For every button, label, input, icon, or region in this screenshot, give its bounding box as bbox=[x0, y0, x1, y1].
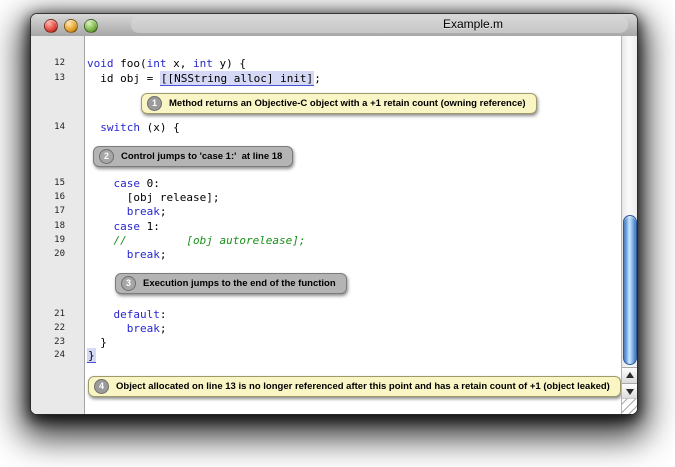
close-button[interactable] bbox=[44, 19, 58, 33]
code-line: switch (x) { bbox=[87, 120, 180, 135]
scroll-down-button[interactable] bbox=[622, 383, 637, 399]
annotation-text: Execution jumps to the end of the functi… bbox=[143, 278, 336, 289]
resize-grip[interactable] bbox=[622, 398, 637, 414]
code-line: case 0: bbox=[87, 176, 160, 191]
analyzer-annotation-2: 2 Control jumps to 'case 1:' at line 18 bbox=[93, 146, 293, 167]
analyzer-annotation-1: 1 Method returns an Objective-C object wi… bbox=[141, 93, 537, 114]
code-line: default: bbox=[87, 307, 166, 322]
annotation-text: Object allocated on line 13 is no longer… bbox=[116, 381, 610, 392]
down-arrow-icon bbox=[626, 389, 634, 395]
line-number: 24 bbox=[31, 349, 65, 362]
analyzer-highlight: } bbox=[87, 348, 96, 363]
annotation-text: Control jumps to 'case 1:' at line 18 bbox=[121, 151, 282, 162]
scrollbar-thumb[interactable] bbox=[623, 215, 637, 365]
line-number: 13 bbox=[31, 72, 65, 85]
line-number: 11 bbox=[31, 36, 65, 37]
step-badge: 1 bbox=[147, 96, 162, 111]
code-view: 1112131415161718192021222324 void foo(in… bbox=[31, 36, 637, 414]
line-number: 15 bbox=[31, 177, 65, 190]
line-number: 17 bbox=[31, 205, 65, 218]
title-bar: Example.m bbox=[31, 14, 637, 37]
code-line: id obj = [[NSString alloc] init]; bbox=[87, 71, 321, 86]
code-line: } bbox=[87, 348, 96, 363]
line-number: 21 bbox=[31, 308, 65, 321]
up-arrow-icon bbox=[626, 372, 634, 378]
analyzer-annotation-4: 4 Object allocated on line 13 is no longe… bbox=[88, 376, 621, 397]
line-number: 20 bbox=[31, 248, 65, 261]
code-line: void foo(int x, int y) { bbox=[87, 56, 246, 71]
document-window: Example.m 1112131415161718192021222324 v… bbox=[31, 14, 637, 414]
code-line: [obj release]; bbox=[87, 190, 219, 205]
line-number: 22 bbox=[31, 322, 65, 335]
line-number: 12 bbox=[31, 57, 65, 70]
code-line: break; bbox=[87, 247, 167, 262]
step-badge: 2 bbox=[99, 149, 114, 164]
window-title: Example.m bbox=[443, 17, 503, 31]
line-number: 18 bbox=[31, 220, 65, 233]
step-badge: 4 bbox=[94, 379, 109, 394]
line-number-gutter: 11 12 13 14 151617 181920 21222324 bbox=[31, 36, 85, 414]
line-number: 23 bbox=[31, 336, 65, 349]
line-number: 19 bbox=[31, 234, 65, 247]
vertical-scrollbar[interactable] bbox=[621, 36, 637, 414]
code-line: break; bbox=[87, 321, 167, 336]
minimize-button[interactable] bbox=[64, 19, 78, 33]
zoom-button[interactable] bbox=[84, 19, 98, 33]
line-number: 14 bbox=[31, 121, 65, 134]
code-line: // [obj autorelease]; bbox=[87, 233, 306, 248]
code-line: break; bbox=[87, 204, 167, 219]
analyzer-annotation-3: 3 Execution jumps to the end of the funct… bbox=[115, 273, 347, 294]
code-line: case 1: bbox=[87, 219, 160, 234]
annotation-text: Method returns an Objective-C object wit… bbox=[169, 98, 526, 109]
analyzer-highlight: [[NSString alloc] init] bbox=[160, 71, 314, 86]
titlebar-proxy-pill bbox=[131, 16, 628, 33]
scroll-up-button[interactable] bbox=[622, 367, 637, 383]
line-number: 16 bbox=[31, 191, 65, 204]
step-badge: 3 bbox=[121, 276, 136, 291]
